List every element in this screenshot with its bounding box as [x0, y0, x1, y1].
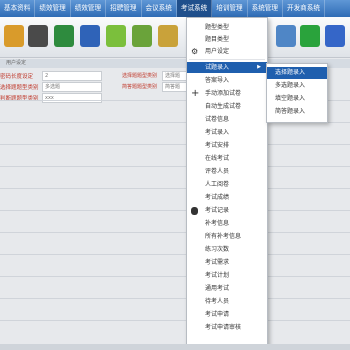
menu-item[interactable]: 题型类型	[187, 22, 267, 33]
menu-performance-2[interactable]: 绩效管理	[71, 0, 107, 17]
menu-item[interactable]: 所有补考信息	[187, 231, 267, 242]
submenu-item-short-answer[interactable]: 简答题录入	[267, 106, 327, 118]
plus-icon: +	[191, 88, 200, 99]
menu-exam-system[interactable]: 考试系统	[176, 0, 213, 17]
menu-item[interactable]: 人工阅卷	[187, 179, 267, 190]
form-field[interactable]: 多选题	[42, 82, 102, 92]
submenu-arrow-icon: ▶	[257, 64, 261, 70]
submenu-item-multi-choice[interactable]: 多选题录入	[267, 80, 327, 92]
menu-training[interactable]: 培训管理	[212, 0, 248, 17]
excel-icon[interactable]	[54, 25, 74, 47]
refresh-icon[interactable]	[300, 25, 320, 47]
submenu-item-fill-blank[interactable]: 填空题录入	[267, 93, 327, 105]
menu-item[interactable]: + 手动添加试卷	[187, 88, 267, 99]
menu-item[interactable]: 补考信息	[187, 218, 267, 229]
pen-icon[interactable]	[158, 25, 178, 47]
submenu-item-single-choice[interactable]: 选择题录入	[267, 67, 327, 79]
form-row: 选择题题型类别 多选题 简答题题型类别 简答题	[0, 82, 200, 92]
form-label: 选择题题型类别	[0, 85, 39, 91]
menu-item[interactable]: 考试录入	[187, 127, 267, 138]
status-bar	[0, 344, 350, 350]
menu-developer[interactable]: 开发商系统	[283, 0, 325, 17]
menu-item[interactable]: 考试记录	[187, 205, 267, 216]
menu-item[interactable]: 练习次数	[187, 244, 267, 255]
menu-item-question-entry[interactable]: 试题录入 ▶	[187, 62, 267, 73]
edit-icon[interactable]	[132, 25, 152, 47]
gear-icon: ⚙	[191, 47, 199, 56]
menu-item[interactable]: 在线考试	[187, 153, 267, 164]
database-icon	[191, 207, 198, 215]
menu-item[interactable]: 考试需求	[187, 257, 267, 268]
form-label: 选择题题型类别	[122, 73, 158, 79]
form-row: 密码长度设定 2 选择题题型类别 选择题	[0, 71, 200, 81]
menu-item[interactable]: 评卷人员	[187, 166, 267, 177]
folder-icon[interactable]	[4, 25, 24, 47]
question-entry-submenu: 选择题录入 多选题录入 填空题录入 简答题录入	[266, 63, 328, 123]
chart-icon[interactable]	[106, 25, 126, 47]
form-field[interactable]: 2	[42, 71, 102, 81]
menu-item[interactable]: 考试成绩	[187, 192, 267, 203]
menu-item[interactable]: 考试申请	[187, 309, 267, 320]
menu-meeting[interactable]: 会议系统	[142, 0, 177, 17]
menu-item[interactable]: 试卷信息	[187, 114, 267, 125]
menu-item[interactable]: 考试安排	[187, 140, 267, 151]
menu-item[interactable]: 考试计划	[187, 270, 267, 281]
menu-item[interactable]: 考试申请审核	[187, 322, 267, 333]
top-menu-bar: 基本资料 绩效管理 绩效管理 招聘管理 会议系统 考试系统 培训管理 系统管理 …	[0, 0, 350, 17]
form-label: 密码长度设定	[0, 74, 34, 80]
menu-item[interactable]: ⚙ 用户设定	[187, 46, 267, 57]
calculator-icon[interactable]	[28, 25, 48, 47]
save-icon[interactable]	[276, 25, 296, 47]
menu-basic-info[interactable]: 基本资料	[0, 0, 36, 17]
menu-item[interactable]: 自动生成试卷	[187, 101, 267, 112]
menu-item[interactable]: 答案导入	[187, 75, 267, 86]
menu-recruitment[interactable]: 招聘管理	[106, 0, 142, 17]
exam-system-dropdown: 题型类型 题目类型 ⚙ 用户设定 试题录入 ▶ 答案导入 + 手动添加试卷 自动生成试…	[186, 17, 268, 349]
toolbar	[0, 17, 350, 58]
menu-item[interactable]: 通用考试	[187, 283, 267, 294]
word-icon[interactable]	[80, 25, 100, 47]
menu-item[interactable]: 题目类型	[187, 34, 267, 45]
menu-system[interactable]: 系统管理	[248, 0, 283, 17]
form-label: 简答题题型类别	[122, 84, 158, 90]
content-grid	[0, 100, 350, 340]
menu-performance[interactable]: 绩效管理	[35, 0, 71, 17]
menu-item[interactable]: 待考人员	[187, 296, 267, 307]
search-icon[interactable]	[325, 25, 345, 47]
